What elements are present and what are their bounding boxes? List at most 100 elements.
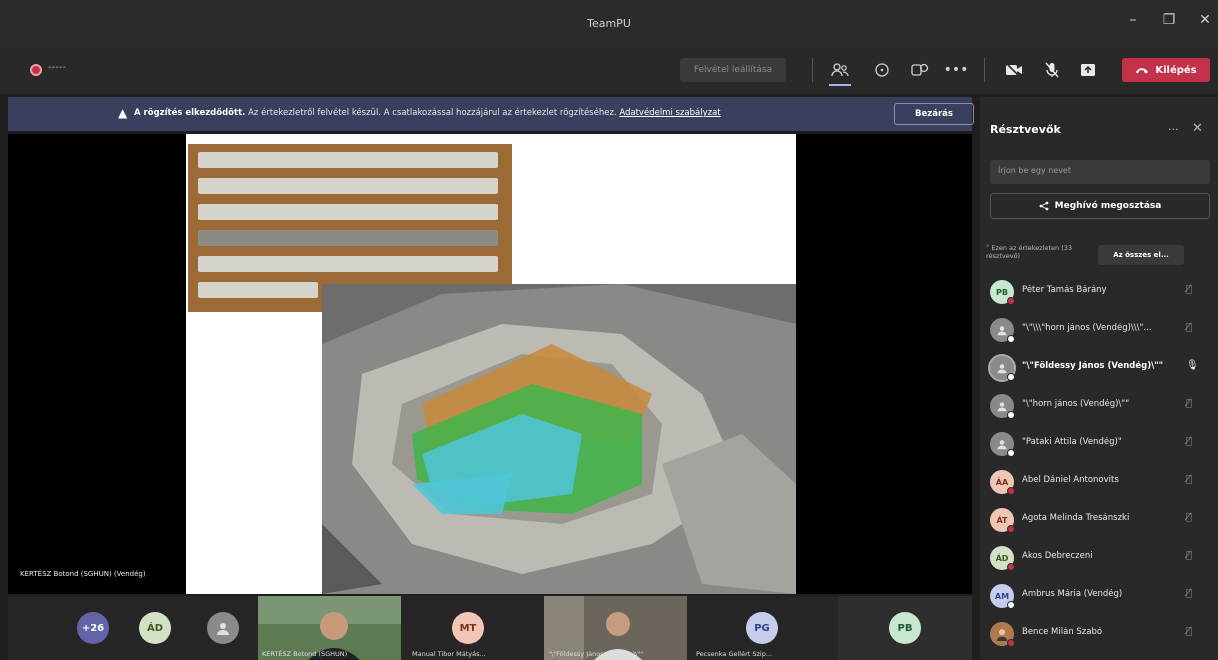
people-icon[interactable] (830, 60, 850, 80)
window-title: TeamPU (587, 16, 631, 30)
avatar-initials: ÁD (995, 553, 1009, 563)
mic-off-icon: 🎙̸ (1186, 550, 1193, 561)
chat-icon[interactable] (872, 60, 892, 80)
share-tray-icon[interactable] (1078, 60, 1098, 80)
share-invite-button[interactable]: Meghívó megosztása (990, 193, 1210, 219)
camera-off-icon[interactable] (1004, 60, 1024, 80)
participant-tile[interactable] (198, 596, 248, 660)
avatar (990, 432, 1015, 457)
participant-row[interactable]: AM Ambrus Mária (Vendég) 🎙̸ (980, 577, 1218, 615)
avatar (990, 622, 1015, 647)
participant-row[interactable]: "Pataki Attila (Vendég)" 🎙̸ (980, 425, 1218, 463)
person-icon (997, 440, 1007, 450)
avatar: AM (990, 584, 1015, 609)
mic-off-icon: 🎙̸ (1186, 398, 1193, 409)
more-options-icon[interactable]: ··· (1168, 123, 1179, 136)
person-photo-icon (996, 629, 1008, 641)
mic-off-icon: 🎙̸ (1186, 588, 1193, 599)
mic-off-icon: 🎙̸ (1186, 512, 1193, 523)
mic-off-icon: 🎙̸ (1186, 474, 1193, 485)
minimize-icon[interactable]: – (1124, 12, 1142, 28)
status-dot (1007, 335, 1015, 343)
teams-meeting-window: TeamPU – ❐ ✕ ----- Felvétel leállítása •… (0, 0, 1218, 660)
participant-row[interactable]: "\"horn jános (Vendég)\"" 🎙̸ (980, 387, 1218, 425)
leave-button[interactable]: Kilépés (1122, 58, 1210, 82)
tile-caption: "\"Földessy János (Vendég)\"" (548, 650, 644, 658)
participant-tile[interactable]: ÁD (130, 596, 180, 660)
meeting-toolbar: ----- Felvétel leállítása ••• Kilépés (0, 46, 1218, 94)
more-icon[interactable]: ••• (944, 60, 969, 80)
banner-body-text: Az értekezletről felvétel készül. A csat… (245, 108, 620, 118)
participants-panel: Résztvevők ··· ✕ Írjon be egy nevet Megh… (980, 97, 1218, 660)
video-tile[interactable]: "\"Földessy János (Vendég)\"" (544, 596, 687, 660)
participant-row[interactable]: "\"\\\"horn jános (Vendég)\\\"... 🎙̸ (980, 311, 1218, 349)
close-panel-icon[interactable]: ✕ (1192, 121, 1203, 136)
share-icon (1039, 201, 1049, 211)
avatar-initials: ÁA (995, 477, 1009, 487)
status-dot (1007, 449, 1015, 457)
meeting-timer: ----- (48, 62, 67, 73)
title-bar: TeamPU – ❐ ✕ (0, 0, 1218, 46)
toolbar-divider (812, 58, 813, 82)
participant-name: Ákos Debreczeni (1022, 551, 1093, 561)
avatar (990, 394, 1015, 419)
participant-row[interactable]: Bence Milán Szabó 🎙̸ (980, 615, 1218, 653)
section-label-text: Ezen az értekezleten (33 résztvevő) (986, 244, 1073, 260)
avatar-initials: AM (994, 591, 1010, 601)
avatar: PG (746, 612, 778, 644)
banner-text: A rögzítés elkezdődött. Az értekezletről… (134, 108, 721, 118)
person-icon (997, 364, 1007, 374)
participant-name: Bence Milán Szabó (1022, 627, 1103, 637)
overflow-participants-tile[interactable]: +26 (68, 596, 118, 660)
avatar: ÁA (990, 470, 1015, 495)
participant-tile[interactable]: MT Manual Tibor Mátyás... (408, 596, 528, 660)
warning-icon: ▲ (118, 106, 128, 120)
participant-name: Ábel Dániel Antonovits (1022, 475, 1119, 485)
participant-row[interactable]: ÁA Ábel Dániel Antonovits 🎙̸ (980, 463, 1218, 501)
participant-name: "Pataki Attila (Vendég)" (1022, 437, 1122, 447)
mic-off-icon[interactable] (1042, 60, 1062, 80)
invite-search-input[interactable]: Írjon be egy nevet (990, 160, 1210, 184)
participant-row[interactable]: PB Péter Tamás Bárány 🎙̸ (980, 273, 1218, 311)
participant-row[interactable]: ÁT Ágota Melinda Tresánszki 🎙̸ (980, 501, 1218, 539)
close-banner-button[interactable]: Bezárás (894, 103, 974, 125)
avatar-initials: ÁT (996, 515, 1008, 525)
avatar: +26 (77, 612, 109, 644)
shared-content-stage: KERTÉSZ Botond (SGHUN) (Vendég) (8, 134, 972, 594)
admit-all-button[interactable]: Az összes el... (1098, 245, 1184, 265)
avatar (990, 356, 1015, 381)
status-dot (1007, 639, 1015, 647)
banner-bold-text: A rögzítés elkezdődött. (134, 108, 246, 118)
share-invite-label: Meghívó megosztása (1054, 201, 1162, 211)
person-icon (217, 623, 229, 635)
participants-section-header[interactable]: ˅ Ezen az értekezleten (33 résztvevő) (986, 244, 1086, 260)
participant-tile[interactable]: PB (838, 596, 972, 660)
tile-caption: Manual Tibor Mátyás... (412, 650, 486, 658)
participant-tile[interactable]: PG Pecsenka Gellért Szip... (692, 596, 832, 660)
mic-off-icon: 🎙̸ (1186, 284, 1193, 295)
person-icon (997, 326, 1007, 336)
presenter-caption: KERTÉSZ Botond (SGHUN) (Vendég) (20, 570, 146, 578)
recording-banner: ▲ A rögzítés elkezdődött. Az értekezletr… (8, 97, 974, 131)
shared-slide (186, 134, 796, 594)
maximize-icon[interactable]: ❐ (1160, 12, 1178, 28)
participant-row[interactable]: ÁD Ákos Debreczeni 🎙̸ (980, 539, 1218, 577)
avatar: MT (452, 612, 484, 644)
avatar-initials: PB (996, 287, 1008, 297)
reactions-icon[interactable] (910, 60, 930, 80)
participant-list: PB Péter Tamás Bárány 🎙̸ "\"\\\"horn ján… (980, 273, 1218, 653)
status-dot (1007, 373, 1015, 381)
avatar: ÁD (139, 612, 171, 644)
avatar (990, 318, 1015, 343)
participant-name: "\"Földessy János (Vendég)\"" (1022, 361, 1164, 371)
participant-row[interactable]: "\"Földessy János (Vendég)\"" 🎙 (980, 349, 1218, 387)
status-dot (1007, 525, 1015, 533)
participant-name: Ágota Melinda Tresánszki (1022, 513, 1130, 523)
close-window-icon[interactable]: ✕ (1196, 12, 1214, 28)
privacy-policy-link[interactable]: Adatvédelmi szabályzat (619, 108, 720, 118)
video-tile[interactable]: KERTÉSZ Botond (SGHUN) (258, 596, 401, 660)
hang-up-icon (1136, 68, 1149, 74)
stop-recording-button[interactable]: Felvétel leállítása (680, 58, 786, 82)
participant-name: "\"horn jános (Vendég)\"" (1022, 399, 1130, 409)
leave-label: Kilépés (1155, 64, 1197, 76)
